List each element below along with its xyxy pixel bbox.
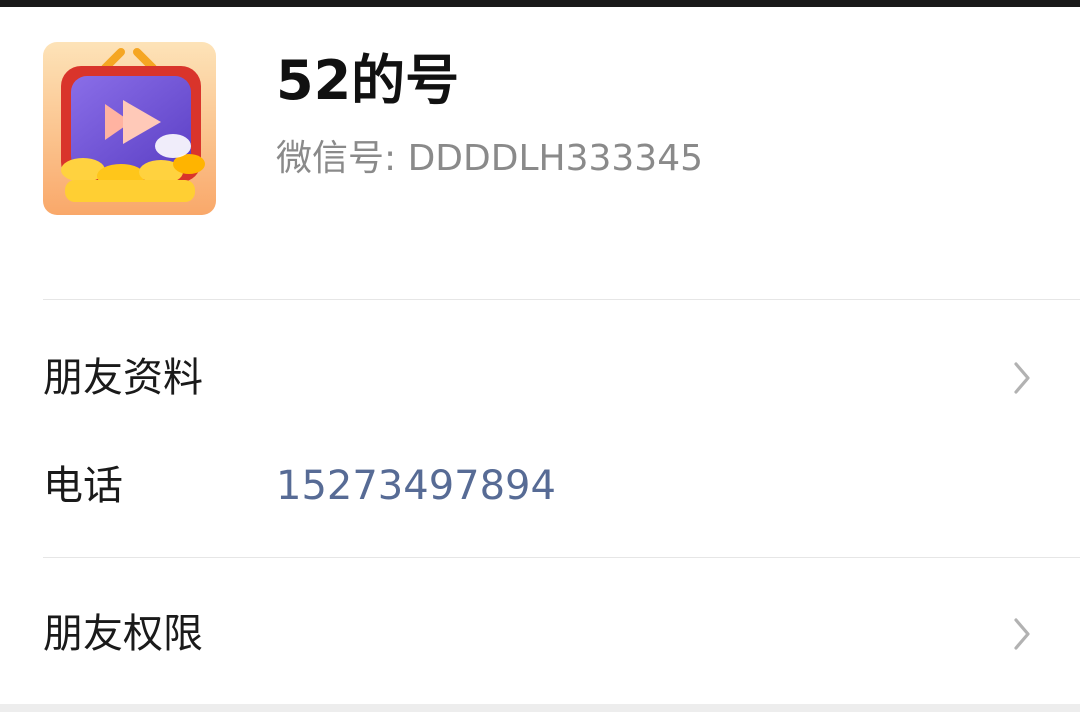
status-bar-edge xyxy=(0,0,1080,7)
chevron-right-icon xyxy=(1014,618,1030,650)
phone-label: 电话 xyxy=(43,463,123,509)
contact-name: 52的号 xyxy=(276,49,460,112)
divider xyxy=(43,557,1080,558)
wechat-id: 微信号: DDDDLH333345 xyxy=(276,138,704,179)
section-gap xyxy=(0,704,1080,712)
tv-app-logo-icon xyxy=(43,42,216,215)
avatar[interactable] xyxy=(43,42,216,215)
phone-number-link[interactable]: 15273497894 xyxy=(276,460,556,512)
divider xyxy=(43,299,1080,300)
chevron-right-icon xyxy=(1014,362,1030,394)
friend-permissions-label: 朋友权限 xyxy=(43,611,203,657)
friend-profile-label: 朋友资料 xyxy=(43,355,203,401)
